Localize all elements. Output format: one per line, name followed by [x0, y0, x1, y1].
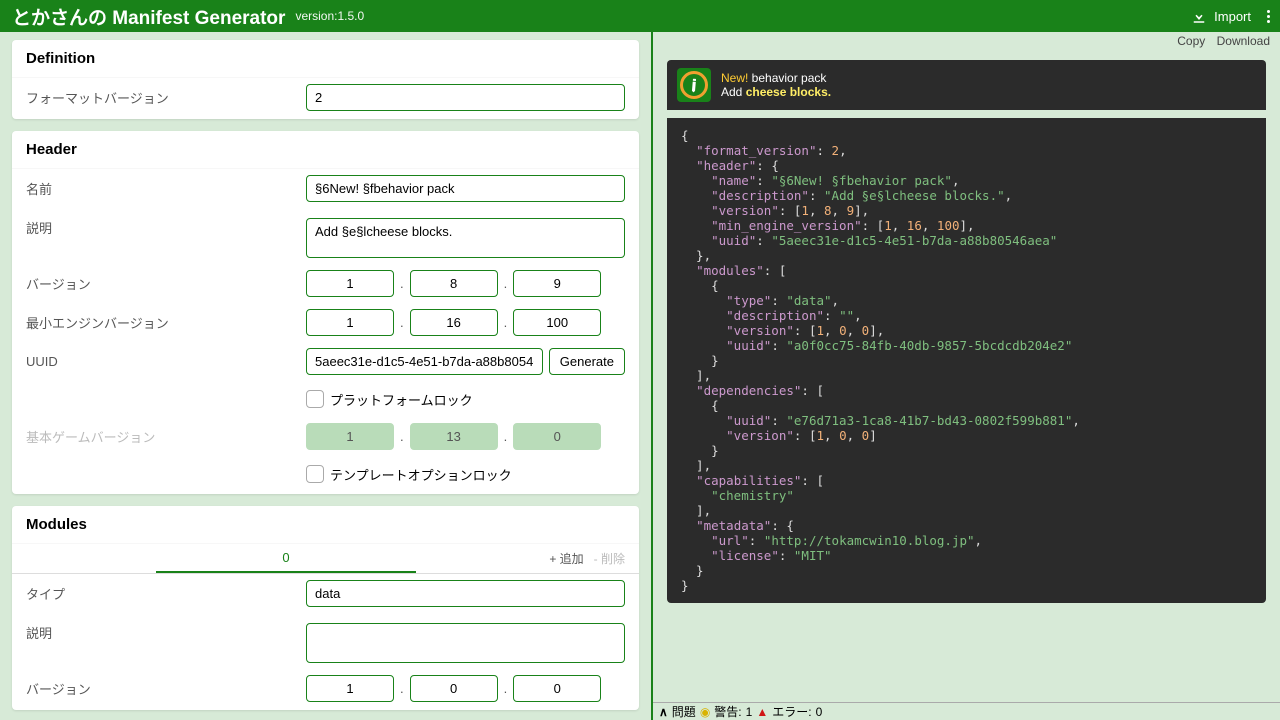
module-version-minor[interactable] — [410, 675, 498, 702]
preview-toolbar: Copy Download — [653, 32, 1280, 50]
kebab-menu[interactable] — [1267, 8, 1270, 25]
header-section: Header 名前 説明 Add §e§lcheese blocks. バージョ… — [12, 131, 639, 494]
module-version-major[interactable] — [306, 675, 394, 702]
label-version: バージョン — [26, 274, 306, 293]
form-panel: Definition フォーマットバージョン Header 名前 説明 Add … — [0, 32, 651, 720]
uuid-input[interactable] — [306, 348, 543, 375]
version-major[interactable] — [306, 270, 394, 297]
description-input[interactable]: Add §e§lcheese blocks. — [306, 218, 625, 258]
generate-button[interactable]: Generate — [549, 348, 625, 375]
platform-lock-checkbox[interactable] — [306, 390, 324, 408]
error-icon: ▲ — [756, 705, 768, 719]
label-type: タイプ — [26, 584, 306, 603]
json-output[interactable]: { "format_version": 2, "header": { "name… — [667, 118, 1266, 603]
preview-new-tag: New! — [721, 71, 748, 85]
version-patch[interactable] — [513, 270, 601, 297]
min-engine-patch[interactable] — [513, 309, 601, 336]
preview-panel: Copy Download New! behavior pack Add che… — [651, 32, 1280, 720]
template-lock-checkbox[interactable] — [306, 465, 324, 483]
label-format-version: フォーマットバージョン — [26, 88, 306, 107]
section-title: Modules — [12, 506, 639, 544]
status-bar: ∧ 問題 ◉警告:1 ▲エラー:0 — [653, 702, 1280, 720]
version-minor[interactable] — [410, 270, 498, 297]
label-module-desc: 説明 — [26, 623, 306, 642]
app-version: version:1.5.0 — [295, 9, 364, 23]
base-game-patch — [513, 423, 601, 450]
base-game-minor — [410, 423, 498, 450]
label-template-lock: テンプレートオプションロック — [330, 465, 512, 484]
modules-section: Modules 0 + 追加 - 削除 タイプ 説明 バージョン — [12, 506, 639, 710]
label-name: 名前 — [26, 179, 306, 198]
download-button[interactable]: Download — [1217, 34, 1270, 48]
module-description-input[interactable] — [306, 623, 625, 663]
label-module-version: バージョン — [26, 679, 306, 698]
import-icon — [1190, 7, 1208, 25]
base-game-major — [306, 423, 394, 450]
format-version-input[interactable] — [306, 84, 625, 111]
label-description: 説明 — [26, 218, 306, 237]
label-min-engine: 最小エンジンバージョン — [26, 313, 306, 332]
label-base-game-version: 基本ゲームバージョン — [26, 427, 306, 446]
module-tab-0[interactable]: 0 — [156, 544, 416, 573]
min-engine-major[interactable] — [306, 309, 394, 336]
section-title: Definition — [12, 40, 639, 78]
definition-section: Definition フォーマットバージョン — [12, 40, 639, 119]
module-remove-button[interactable]: - 削除 — [594, 550, 625, 567]
module-version-patch[interactable] — [513, 675, 601, 702]
import-button[interactable]: Import — [1190, 7, 1251, 25]
copy-button[interactable]: Copy — [1177, 34, 1205, 48]
label-uuid: UUID — [26, 354, 306, 369]
label-platform-lock: プラットフォームロック — [330, 390, 473, 409]
min-engine-minor[interactable] — [410, 309, 498, 336]
pack-icon — [677, 68, 711, 102]
preview-header: New! behavior pack Add cheese blocks. — [667, 60, 1266, 110]
module-type-select[interactable] — [306, 580, 625, 607]
section-title: Header — [12, 131, 639, 169]
app-header: とかさんの Manifest Generator version:1.5.0 I… — [0, 0, 1280, 32]
pencil-icon — [684, 75, 704, 95]
name-input[interactable] — [306, 175, 625, 202]
chevron-up-icon[interactable]: ∧ — [659, 705, 668, 719]
status-problems[interactable]: 問題 — [672, 703, 696, 720]
module-add-button[interactable]: + 追加 — [549, 550, 583, 567]
app-title: とかさんの Manifest Generator — [12, 3, 285, 30]
warning-icon: ◉ — [700, 705, 710, 719]
